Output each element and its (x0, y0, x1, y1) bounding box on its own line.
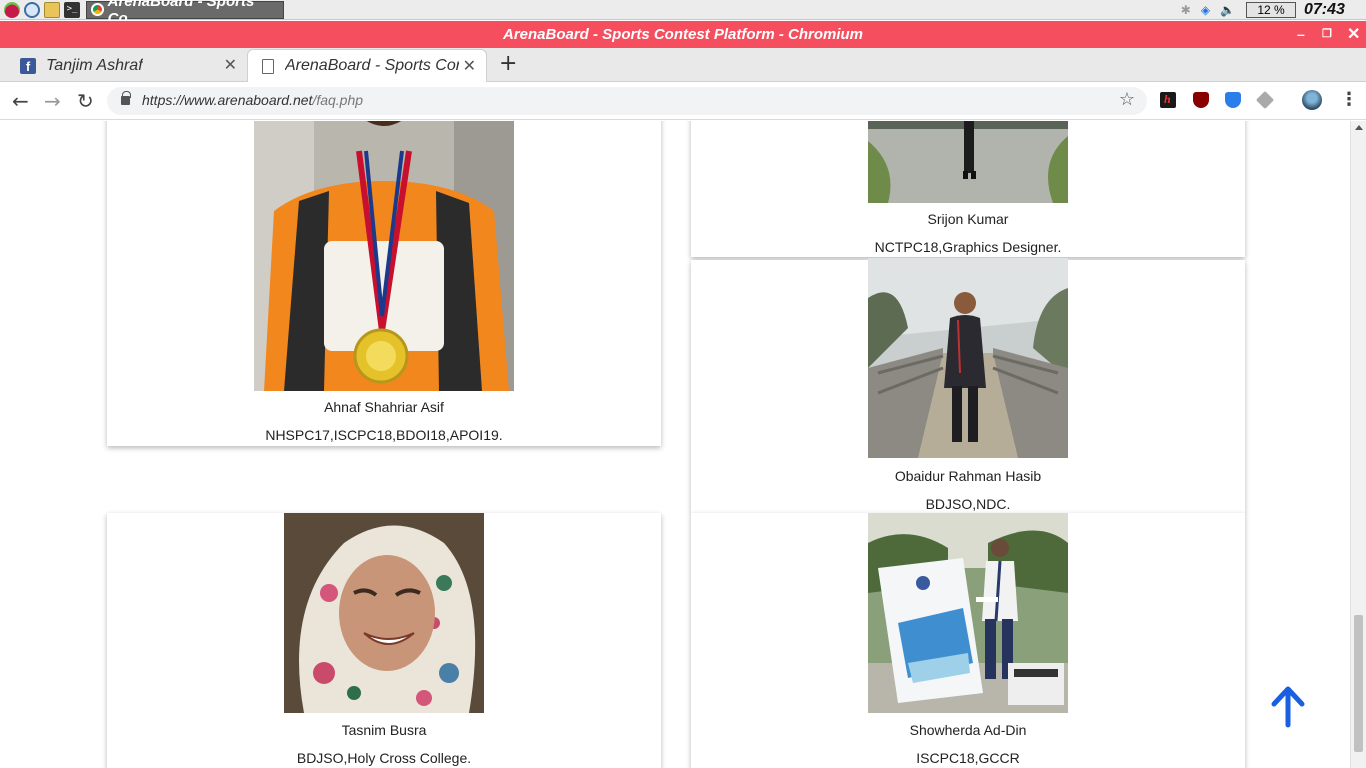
reload-icon[interactable]: ↻ (77, 89, 94, 113)
url-host: https://www.arenaboard.net (142, 92, 313, 108)
file-manager-icon[interactable] (44, 1, 60, 18)
minimize-icon[interactable]: – (1297, 21, 1305, 48)
tab-strip: f Tanjim Ashraf ✕ ArenaBoard - Sports Co… (0, 48, 1366, 82)
page-scrollbar[interactable] (1350, 121, 1366, 768)
url-path: /faq.php (312, 92, 364, 108)
profile-avatar[interactable] (1302, 90, 1322, 110)
person-achievements: NCTPC18,Graphics Designer. (874, 239, 1062, 255)
lock-icon (121, 91, 131, 105)
os-taskbar: >_ ArenaBoard - Sports Co... ✱ ◈ 🔈 12 % … (0, 0, 1366, 27)
facebook-icon: f (20, 57, 36, 74)
close-tab-icon[interactable]: ✕ (463, 56, 476, 76)
forward-arrow-icon[interactable]: → (44, 89, 61, 113)
cpu-usage-indicator: 12 % (1246, 2, 1296, 18)
chromium-icon (91, 3, 104, 16)
person-achievements: BDJSO,NDC. (925, 496, 1011, 512)
kebab-menu-icon[interactable]: ⋮ (1340, 89, 1358, 110)
tab-title: Tanjim Ashraf (46, 56, 143, 74)
person-card: Tasnim Busra BDJSO,Holy Cross College. (107, 513, 661, 768)
new-tab-button[interactable]: + (499, 51, 517, 76)
wifi-icon[interactable]: ◈ (1201, 3, 1210, 17)
tab-tanjim-ashraf[interactable]: f Tanjim Ashraf ✕ (0, 49, 247, 82)
cube-extension-icon[interactable] (1255, 90, 1275, 110)
taskbar-window-button[interactable]: ArenaBoard - Sports Co... (86, 0, 284, 27)
person-name: Showherda Ad-Din (909, 722, 1027, 738)
bookmark-star-icon[interactable]: ☆ (1119, 89, 1135, 110)
person-photo (284, 513, 484, 713)
person-name: Obaidur Rahman Hasib (894, 468, 1042, 484)
url-text[interactable]: https://www.arenaboard.net/faq.php (142, 92, 363, 108)
tab-title: ArenaBoard - Sports Conte (285, 57, 459, 74)
close-tab-icon[interactable]: ✕ (224, 55, 237, 75)
person-name: Srijon Kumar (927, 211, 1009, 227)
close-window-icon[interactable]: ✕ (1347, 21, 1360, 48)
person-card: Srijon Kumar NCTPC18,Graphics Designer. (691, 121, 1245, 257)
browser-toolbar: ← → ↻ https://www.arenaboard.net/faq.php… (0, 82, 1366, 120)
person-photo (868, 121, 1068, 203)
person-photo (868, 513, 1068, 713)
person-name: Ahnaf Shahriar Asif (324, 399, 444, 415)
extension-h-icon[interactable] (1160, 92, 1176, 108)
person-photo (868, 258, 1068, 458)
person-photo (254, 121, 514, 391)
volume-icon[interactable]: 🔈 (1220, 3, 1235, 17)
person-achievements: BDJSO,Holy Cross College. (296, 750, 472, 766)
address-bar[interactable]: https://www.arenaboard.net/faq.php ☆ (107, 87, 1147, 115)
scroll-to-top-arrow-icon[interactable] (1268, 685, 1308, 729)
scrollbar-thumb[interactable] (1354, 615, 1363, 752)
person-achievements: ISCPC18,GCCR (916, 750, 1020, 766)
person-card: Ahnaf Shahriar Asif NHSPC17,ISCPC18,BDOI… (107, 121, 661, 446)
clock[interactable]: 07:43 (1304, 1, 1366, 19)
scroll-up-arrow-icon[interactable] (1355, 125, 1363, 130)
shield-extension-icon[interactable] (1225, 92, 1241, 108)
person-card: Obaidur Rahman Hasib BDJSO,NDC. (691, 258, 1245, 513)
raspberry-menu-icon[interactable] (4, 1, 20, 18)
person-name: Tasnim Busra (341, 722, 427, 738)
ublock-icon[interactable] (1193, 92, 1209, 108)
tab-arenaboard[interactable]: ArenaBoard - Sports Conte ✕ (247, 49, 487, 82)
terminal-icon[interactable]: >_ (64, 1, 80, 18)
person-card: Showherda Ad-Din ISCPC18,GCCR (691, 513, 1245, 768)
window-titlebar: ArenaBoard - Sports Contest Platform - C… (0, 21, 1366, 48)
bluetooth-icon[interactable]: ✱ (1181, 3, 1191, 17)
back-arrow-icon[interactable]: ← (12, 89, 29, 113)
document-icon (262, 58, 274, 74)
window-title: ArenaBoard - Sports Contest Platform - C… (502, 26, 864, 43)
system-tray: ✱ ◈ 🔈 12 % 07:43 (1176, 0, 1366, 20)
page-content: Ahnaf Shahriar Asif NHSPC17,ISCPC18,BDOI… (0, 121, 1350, 768)
maximize-icon[interactable]: ❐ (1322, 21, 1332, 48)
web-browser-launcher-icon[interactable] (24, 1, 40, 18)
person-achievements: NHSPC17,ISCPC18,BDOI18,APOI19. (265, 427, 503, 443)
